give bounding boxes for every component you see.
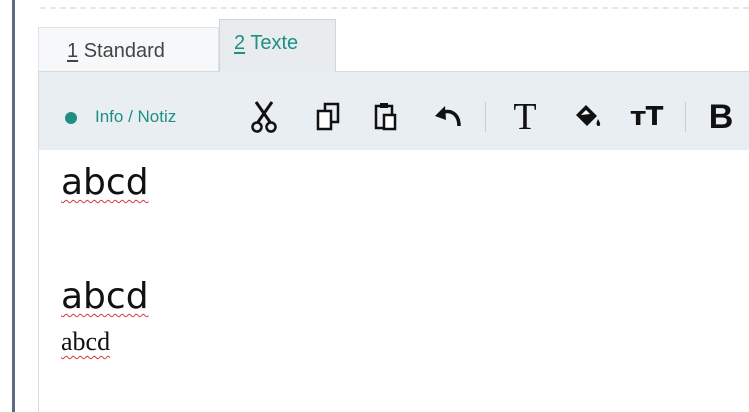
info-notiz-label[interactable]: Info / Notiz [95, 107, 176, 127]
editor-line: abcd [61, 276, 149, 317]
text-icon[interactable]: T [507, 96, 543, 138]
tab-standard[interactable]: 1 Standard [38, 27, 219, 71]
scissors-icon[interactable] [247, 98, 281, 136]
editor-panel: Info / Notiz T ᴛT B abcd abcd abcd [38, 71, 749, 412]
tab-number: 2 [234, 32, 246, 54]
editor-line: abcd [61, 327, 111, 356]
font-size-icon[interactable]: ᴛT [627, 98, 667, 136]
toolbar: Info / Notiz T ᴛT B [39, 72, 749, 150]
bold-icon[interactable]: B [703, 98, 739, 136]
toolbar-separator [685, 102, 686, 132]
undo-icon[interactable] [431, 98, 465, 136]
left-border [12, 0, 15, 412]
tab-texte[interactable]: 2 Texte [219, 19, 336, 72]
copy-icon[interactable] [311, 98, 345, 136]
tab-label: Standard [83, 40, 165, 62]
info-dot-icon [65, 112, 77, 124]
paste-icon[interactable] [369, 98, 403, 136]
fill-color-icon[interactable] [569, 98, 605, 136]
editor-line: abcd [61, 162, 149, 203]
tab-number: 1 [67, 40, 79, 62]
text-editor[interactable]: abcd abcd abcd [39, 150, 749, 412]
dashed-divider [40, 7, 749, 9]
tab-label: Texte [250, 32, 299, 54]
toolbar-separator [485, 102, 486, 132]
